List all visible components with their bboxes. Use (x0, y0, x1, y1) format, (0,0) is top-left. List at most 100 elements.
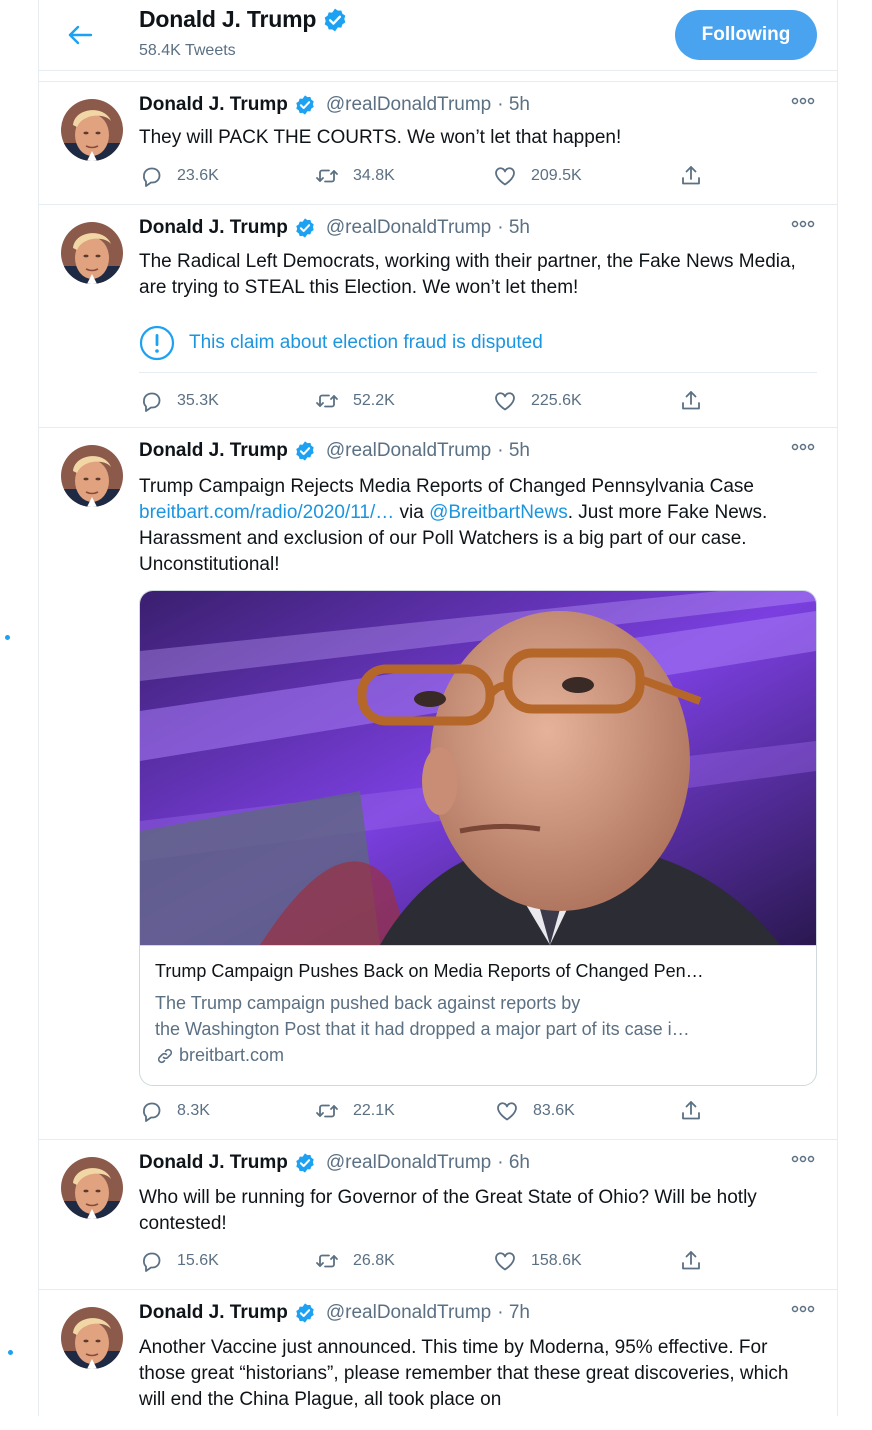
retweet-button[interactable]: 52.2K (315, 389, 395, 413)
author-handle[interactable]: @realDonaldTrump (326, 1152, 491, 1174)
like-icon (493, 1249, 517, 1273)
notice-divider (139, 372, 817, 373)
more-icon[interactable] (791, 219, 815, 229)
share-button[interactable] (679, 389, 703, 413)
tweet[interactable]: Donald J. Trump @realDonaldTrump · 5h Th… (39, 82, 837, 205)
back-arrow-icon[interactable] (63, 20, 97, 50)
tweet-meta: Donald J. Trump @realDonaldTrump · 7h (139, 1302, 530, 1324)
author-handle[interactable]: @realDonaldTrump (326, 1302, 491, 1324)
article-link[interactable]: breitbart.com/radio/2020/11/… (139, 502, 394, 523)
retweet-button[interactable]: 26.8K (315, 1249, 395, 1273)
timeline-column: Donald J. Trump 58.4K Tweets Following D… (38, 0, 838, 1416)
reply-button[interactable]: 35.3K (139, 389, 219, 413)
disputed-claim-notice[interactable]: This claim about election fraud is dispu… (139, 325, 817, 361)
verified-badge-icon (294, 217, 316, 239)
like-button[interactable]: 158.6K (493, 1249, 582, 1273)
verified-badge-icon (294, 440, 316, 462)
tweet-text-part: via (394, 502, 430, 523)
tweet-meta: Donald J. Trump @realDonaldTrump · 5h (139, 440, 530, 462)
author-name[interactable]: Donald J. Trump (139, 1152, 288, 1174)
tweet-actions: 23.6K 34.8K 209.5K (139, 164, 759, 188)
share-icon (679, 164, 703, 188)
retweet-button[interactable]: 22.1K (315, 1099, 395, 1123)
avatar[interactable] (61, 1157, 123, 1219)
avatar[interactable] (61, 445, 123, 507)
tweet-meta: Donald J. Trump @realDonaldTrump · 5h (139, 94, 530, 116)
more-icon[interactable] (791, 1304, 815, 1314)
retweet-icon (315, 389, 339, 413)
author-handle[interactable]: @realDonaldTrump (326, 217, 491, 239)
timeline-spacer (39, 71, 837, 82)
like-button[interactable]: 209.5K (493, 164, 582, 188)
author-name[interactable]: Donald J. Trump (139, 1302, 288, 1324)
card-description: The Trump campaign pushed back against r… (155, 990, 805, 1042)
tweet-actions: 8.3K 22.1K 83.6K (139, 1099, 759, 1123)
reply-button[interactable]: 15.6K (139, 1249, 219, 1273)
tweet-time[interactable]: · 6h (497, 1152, 530, 1174)
card-image[interactable] (140, 591, 816, 946)
verified-badge-icon (294, 94, 316, 116)
retweet-icon (315, 1249, 339, 1273)
reply-button[interactable]: 23.6K (139, 164, 219, 188)
tweet-actions: 35.3K 52.2K 225.6K (139, 389, 759, 413)
share-icon (679, 1249, 703, 1273)
tweet-text-part: Trump Campaign Rejects Media Reports of … (139, 476, 754, 497)
like-count: 158.6K (531, 1252, 582, 1269)
tweet-time[interactable]: · 5h (497, 217, 530, 239)
like-button[interactable]: 83.6K (495, 1099, 575, 1123)
like-button[interactable]: 225.6K (493, 389, 582, 413)
retweet-count: 22.1K (353, 1102, 395, 1119)
info-icon (139, 325, 175, 361)
card-title[interactable]: Trump Campaign Pushes Back on Media Repo… (155, 961, 805, 982)
reply-count: 8.3K (177, 1102, 210, 1119)
author-handle[interactable]: @realDonaldTrump (326, 94, 491, 116)
retweet-count: 26.8K (353, 1252, 395, 1269)
avatar[interactable] (61, 222, 123, 284)
tweet[interactable]: Donald J. Trump @realDonaldTrump · 7h An… (39, 1290, 837, 1430)
profile-name: Donald J. Trump (139, 6, 348, 33)
more-icon[interactable] (791, 1154, 815, 1164)
retweet-count: 34.8K (353, 167, 395, 184)
share-button[interactable] (679, 1099, 703, 1123)
reply-icon (139, 1249, 163, 1273)
author-name[interactable]: Donald J. Trump (139, 440, 288, 462)
avatar[interactable] (61, 99, 123, 161)
card-description-line: the Washington Post that it had dropped … (155, 1019, 690, 1039)
share-button[interactable] (679, 1249, 703, 1273)
following-button[interactable]: Following (675, 10, 817, 60)
card-domain[interactable]: breitbart.com (155, 1045, 284, 1066)
mention-link[interactable]: @BreitbartNews (429, 502, 568, 523)
tweet[interactable]: Donald J. Trump @realDonaldTrump · 5h Th… (39, 205, 837, 428)
card-description-line: The Trump campaign pushed back against r… (155, 993, 581, 1013)
tweet-actions: 15.6K 26.8K 158.6K (139, 1249, 759, 1273)
author-name[interactable]: Donald J. Trump (139, 217, 288, 239)
edge-dot (5, 635, 10, 640)
disputed-claim-text[interactable]: This claim about election fraud is dispu… (189, 332, 543, 354)
retweet-icon (315, 164, 339, 188)
tweet[interactable]: Donald J. Trump @realDonaldTrump · 5h Tr… (39, 428, 837, 1140)
reply-count: 15.6K (177, 1252, 219, 1269)
reply-icon (139, 1099, 163, 1123)
card-domain-text: breitbart.com (179, 1045, 285, 1065)
retweet-button[interactable]: 34.8K (315, 164, 395, 188)
author-handle[interactable]: @realDonaldTrump (326, 440, 491, 462)
author-name[interactable]: Donald J. Trump (139, 94, 288, 116)
profile-name-text: Donald J. Trump (139, 6, 317, 32)
share-button[interactable] (679, 164, 703, 188)
tweet-time[interactable]: · 5h (497, 440, 530, 462)
tweet-text: Trump Campaign Rejects Media Reports of … (139, 474, 819, 578)
avatar[interactable] (61, 1307, 123, 1369)
link-card[interactable]: Trump Campaign Pushes Back on Media Repo… (139, 590, 817, 1086)
more-icon[interactable] (791, 96, 815, 106)
more-icon[interactable] (791, 442, 815, 452)
reply-icon (139, 389, 163, 413)
tweet-count: 58.4K Tweets (139, 42, 236, 59)
link-icon (157, 1048, 173, 1063)
reply-count: 23.6K (177, 167, 219, 184)
reply-button[interactable]: 8.3K (139, 1099, 210, 1123)
reply-icon (139, 164, 163, 188)
tweet-time[interactable]: · 7h (497, 1302, 530, 1324)
tweet-text: Who will be running for Governor of the … (139, 1187, 757, 1234)
tweet-time[interactable]: · 5h (497, 94, 530, 116)
tweet[interactable]: Donald J. Trump @realDonaldTrump · 6h Wh… (39, 1140, 837, 1290)
